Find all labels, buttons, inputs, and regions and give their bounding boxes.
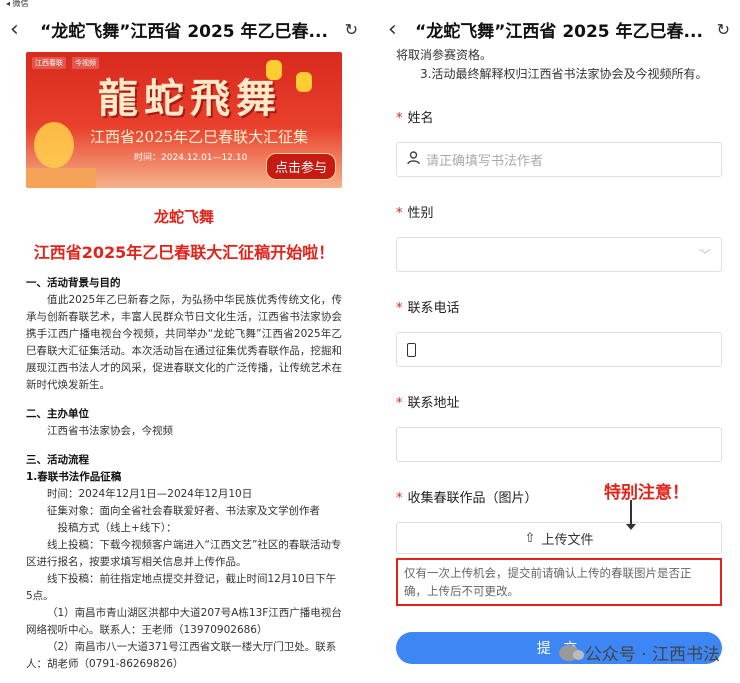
back-icon[interactable]: ‹ (10, 17, 36, 42)
banner-subtitle: 江西省2025年乙巳春联大汇征集 (90, 128, 309, 146)
gender-label: * 性别 (396, 206, 434, 221)
address-input[interactable] (396, 427, 722, 462)
banner-logos: 江西春联 今视频 (32, 57, 99, 69)
annotation-arrow (626, 500, 636, 530)
address-line: （1）南昌市青山湖区洪都中大道207号A栋13F江西广播电视台网络视听中心。联系… (26, 607, 342, 636)
status-bar: ◂ 微信 (6, 0, 29, 8)
left-phone-screen: ◂ 微信 ‹ “龙蛇飞舞”江西省 2025 年乙巳春... ↻ 江西春联 今视频… (0, 0, 368, 683)
heading-main: 龙蛇飞舞 (153, 208, 214, 226)
address-line: （2）南昌市八一大道371号江西省文联一楼大厅门卫处。联系人：胡老师（0791-… (26, 641, 337, 670)
heading-sub: 江西省2025年乙巳春联大汇征稿开始啦！ (33, 243, 335, 262)
participate-button[interactable]: 点击参与 (265, 153, 336, 180)
upload-icon: ⇧ (524, 530, 536, 546)
subsection-title: 1.春联书法作品征稿 (26, 471, 122, 483)
required-mark: * (396, 206, 403, 221)
status-bar (378, 0, 740, 8)
section-title: 一、活动背景与目的 (26, 277, 121, 289)
share-icon[interactable]: ↻ (704, 20, 730, 39)
rules-line: 将取消参赛资格。 (396, 48, 493, 62)
user-icon (407, 150, 420, 169)
article-body: 一、活动背景与目的 值此2025年乙巳新春之际，为弘扬中华民族优秀传统文化，传承… (0, 275, 368, 673)
section-title: 二、主办单位 (26, 408, 89, 420)
watermark-text: 公众号 · 江西书法 (584, 645, 720, 665)
upload-label: 上传文件 (541, 532, 594, 548)
offline-line: 线下投稿：前往指定地点提交并登记，截止时间12月10日下午5点。 (26, 573, 337, 602)
works-field: * 收集春联作品（图片） ⇧ 上传文件 仅有一次上传机会，提交前请确认上传的春联图… (396, 490, 722, 606)
address-label: * 联系地址 (396, 396, 460, 411)
required-mark: * (396, 301, 403, 316)
watermark: 公众号 · 江西书法 (558, 640, 720, 665)
ground-decoration (26, 168, 96, 188)
name-input[interactable]: 请正确填写书法作者 (396, 142, 722, 177)
section-title: 三、活动流程 (26, 454, 89, 466)
share-icon[interactable]: ↻ (332, 20, 358, 39)
mascot-decoration (34, 122, 74, 168)
online-line: 线上投稿：下载今视频客户端进入“江西文艺”社区的春联活动专区进行报名，按要求填写… (26, 539, 342, 568)
event-banner[interactable]: 江西春联 今视频 龍蛇飛舞 江西省2025年乙巳春联大汇征集 时间：2024.1… (26, 52, 342, 188)
phone-field: * 联系电话 (396, 300, 722, 367)
right-phone-screen: ‹ “龙蛇飞舞”江西省 2025 年乙巳春... ↻ 将取消参赛资格。 3.活动… (378, 0, 740, 683)
method-line: 投稿方式（线上+线下）： (57, 522, 177, 534)
page-title: “龙蛇飞舞”江西省 2025 年乙巳春... (415, 21, 703, 42)
logo-jinshipin: 今视频 (72, 57, 99, 69)
chevron-down-icon: ﹀ (698, 248, 711, 262)
address-field: * 联系地址 (396, 395, 722, 462)
gender-select[interactable]: ﹀ (396, 237, 722, 272)
required-mark: * (396, 111, 403, 126)
banner-time: 时间：2024.12.01—12.10 (134, 153, 248, 163)
rules-text: 将取消参赛资格。 3.活动最终解释权归江西省书法家协会及今视频所有。 (378, 46, 740, 84)
banner-calligraphy: 龍蛇飛舞 (98, 75, 282, 122)
gender-field: * 性别 ﹀ (396, 205, 722, 272)
time-line: 时间：2024年12月1日—2024年12月10日 (47, 488, 253, 500)
wechat-icon (558, 644, 584, 661)
upload-notice: 仅有一次上传机会，提交前请确认上传的春联图片是否正确，上传后不可更改。 (396, 558, 722, 606)
upload-button[interactable]: ⇧ 上传文件 (396, 522, 722, 554)
nav-bar: ‹ “龙蛇飞舞”江西省 2025 年乙巳春... ↻ (0, 8, 368, 50)
rules-line: 3.活动最终解释权归江西省书法家协会及今视频所有。 (420, 67, 708, 81)
lantern-icon (296, 72, 312, 92)
phone-input[interactable] (396, 332, 722, 367)
phone-label: * 联系电话 (396, 301, 460, 316)
name-field: * 姓名 请正确填写书法作者 (396, 110, 722, 177)
phone-icon (407, 342, 416, 357)
target-line: 征集对象：面向全省社会春联爱好者、书法家及文学创作者 (47, 505, 320, 517)
section-paragraph: 江西省书法家协会，今视频 (47, 425, 173, 437)
section-paragraph: 值此2025年乙巳新春之际，为弘扬中华民族优秀传统文化，传承与创新春联艺术，丰富… (26, 294, 342, 391)
required-mark: * (396, 491, 403, 506)
annotation-text: 特别注意！ (604, 483, 689, 503)
back-icon[interactable]: ‹ (388, 17, 414, 42)
name-label: * 姓名 (396, 111, 434, 126)
page-title: “龙蛇飞舞”江西省 2025 年乙巳春... (40, 21, 328, 42)
name-placeholder: 请正确填写书法作者 (426, 154, 544, 169)
logo-jiangxi: 江西春联 (32, 57, 66, 69)
nav-bar: ‹ “龙蛇飞舞”江西省 2025 年乙巳春... ↻ (378, 8, 740, 50)
required-mark: * (396, 396, 403, 411)
